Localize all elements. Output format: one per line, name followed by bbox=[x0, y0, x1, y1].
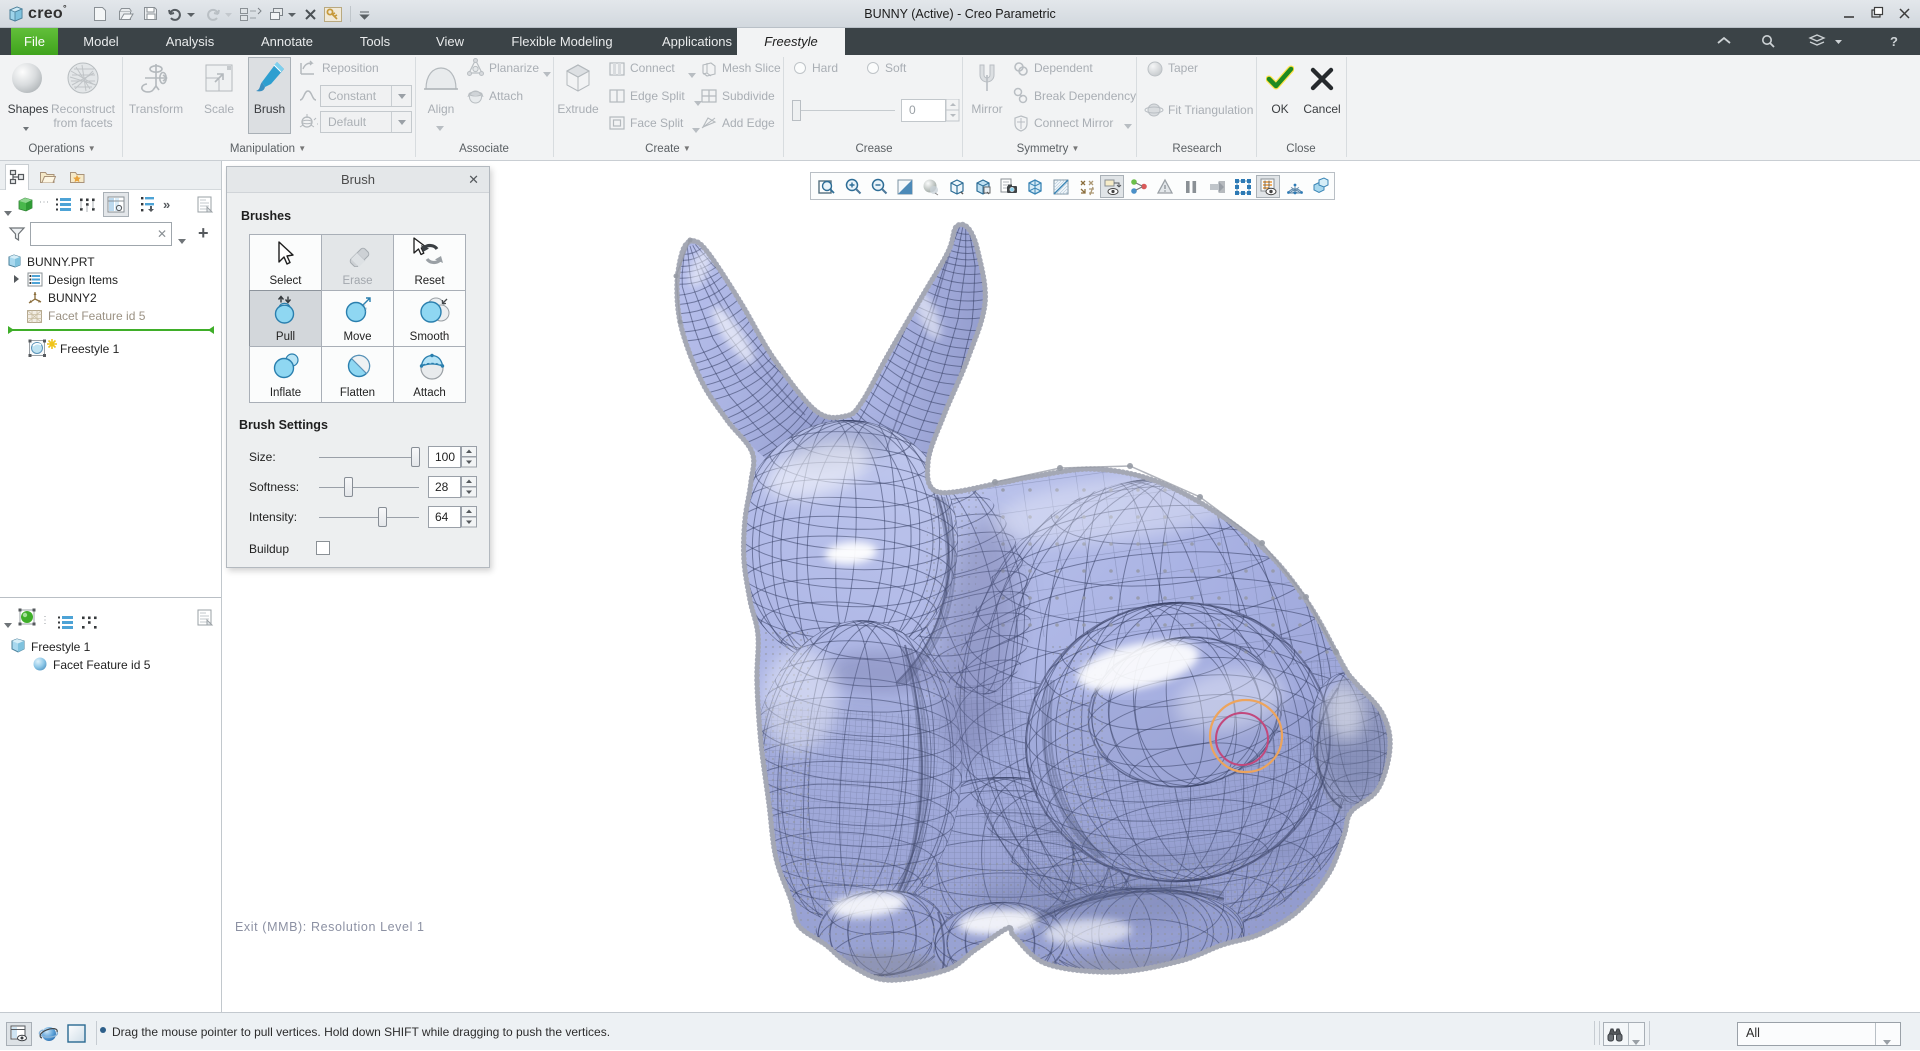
svg-text:?: ? bbox=[1890, 34, 1898, 49]
